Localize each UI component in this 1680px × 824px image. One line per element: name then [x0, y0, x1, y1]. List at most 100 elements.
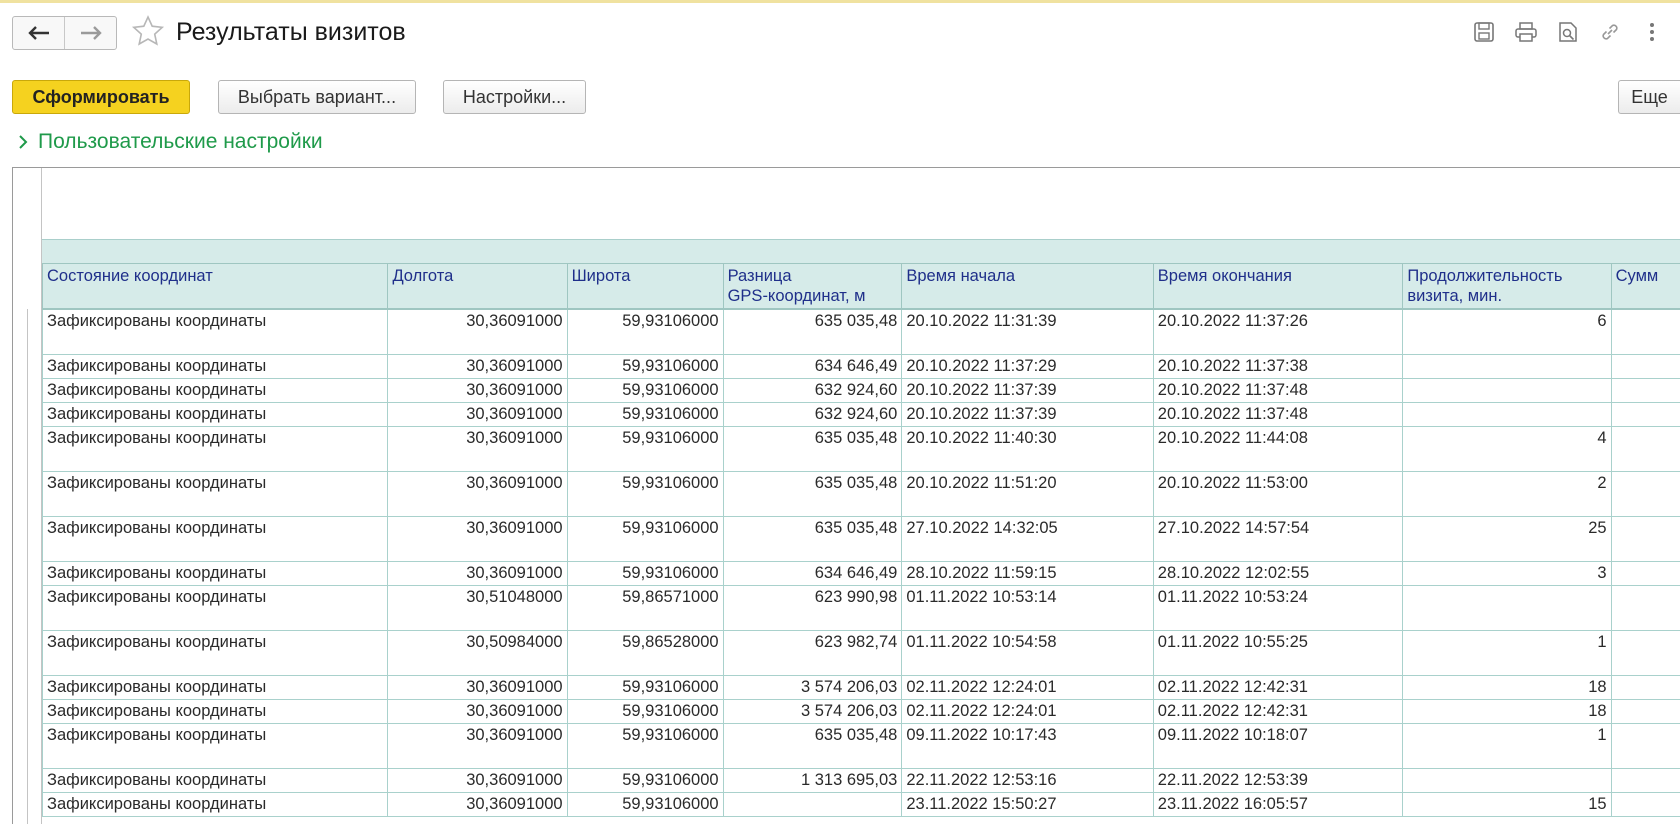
cell-diff: 632 924,60	[723, 378, 902, 402]
cell-sum	[1611, 630, 1680, 675]
table-row[interactable]: Зафиксированы координаты30,3609100059,93…	[43, 699, 1680, 723]
forward-button[interactable]	[64, 17, 116, 49]
column-header[interactable]: Время начала	[902, 264, 1153, 310]
cell-lat: 59,86528000	[567, 630, 723, 675]
cell-start: 09.11.2022 10:17:43	[902, 723, 1153, 768]
cell-dur	[1403, 378, 1611, 402]
cell-start: 28.10.2022 11:59:15	[902, 561, 1153, 585]
table-row[interactable]: Зафиксированы координаты30,3609100059,93…	[43, 723, 1680, 768]
table-body: Зафиксированы координаты30,3609100059,93…	[43, 309, 1680, 816]
cell-end: 01.11.2022 10:53:24	[1153, 585, 1403, 630]
column-header[interactable]: Широта	[567, 264, 723, 310]
preview-icon[interactable]	[1554, 18, 1582, 46]
favorite-star-icon[interactable]	[131, 14, 165, 48]
column-header[interactable]: Продолжительностьвизита, мин.	[1403, 264, 1611, 310]
cell-diff: 635 035,48	[723, 723, 902, 768]
cell-dur: 25	[1403, 516, 1611, 561]
choose-variant-button[interactable]: Выбрать вариант...	[218, 80, 416, 114]
table-row[interactable]: Зафиксированы координаты30,3609100059,93…	[43, 516, 1680, 561]
cell-end: 09.11.2022 10:18:07	[1153, 723, 1403, 768]
cell-state: Зафиксированы координаты	[43, 471, 388, 516]
print-icon[interactable]	[1512, 18, 1540, 46]
grouping-line	[27, 309, 28, 824]
back-button[interactable]	[13, 17, 64, 49]
cell-sum	[1611, 699, 1680, 723]
cell-lon: 30,36091000	[388, 309, 567, 354]
chevron-right-icon	[18, 134, 28, 150]
cell-lat: 59,93106000	[567, 768, 723, 792]
cell-start: 01.11.2022 10:53:14	[902, 585, 1153, 630]
settings-button[interactable]: Настройки...	[443, 80, 586, 114]
arrow-left-icon	[28, 26, 50, 40]
cell-sum	[1611, 471, 1680, 516]
cell-sum	[1611, 675, 1680, 699]
cell-end: 01.11.2022 10:55:25	[1153, 630, 1403, 675]
navigation-group	[12, 16, 117, 50]
table-row[interactable]: Зафиксированы координаты30,3609100059,93…	[43, 426, 1680, 471]
cell-lat: 59,93106000	[567, 675, 723, 699]
table-row[interactable]: Зафиксированы координаты30,3609100059,93…	[43, 471, 1680, 516]
report-table: Состояние координатДолготаШиротаРазницаG…	[42, 263, 1680, 817]
cell-dur	[1403, 402, 1611, 426]
save-icon[interactable]	[1470, 18, 1498, 46]
cell-dur: 1	[1403, 723, 1611, 768]
cell-state: Зафиксированы координаты	[43, 699, 388, 723]
cell-diff: 635 035,48	[723, 471, 902, 516]
cell-lon: 30,36091000	[388, 354, 567, 378]
table-row[interactable]: Зафиксированы координаты30,3609100059,93…	[43, 354, 1680, 378]
more-vertical-icon[interactable]	[1638, 18, 1666, 46]
cell-dur	[1403, 354, 1611, 378]
cell-diff: 623 990,98	[723, 585, 902, 630]
cell-start: 01.11.2022 10:54:58	[902, 630, 1153, 675]
cell-diff: 623 982,74	[723, 630, 902, 675]
table-row[interactable]: Зафиксированы координаты30,3609100059,93…	[43, 309, 1680, 354]
column-header[interactable]: Время окончания	[1153, 264, 1403, 310]
cell-start: 20.10.2022 11:31:39	[902, 309, 1153, 354]
cell-state: Зафиксированы координаты	[43, 723, 388, 768]
user-settings-toggle[interactable]: Пользовательские настройки	[18, 130, 323, 154]
cell-dur: 2	[1403, 471, 1611, 516]
cell-state: Зафиксированы координаты	[43, 516, 388, 561]
cell-dur: 18	[1403, 699, 1611, 723]
table-row[interactable]: Зафиксированы координаты30,3609100059,93…	[43, 792, 1680, 816]
table-row[interactable]: Зафиксированы координаты30,3609100059,93…	[43, 402, 1680, 426]
cell-dur: 1	[1403, 630, 1611, 675]
more-button[interactable]: Еще	[1618, 80, 1680, 114]
table-row[interactable]: Зафиксированы координаты30,5104800059,86…	[43, 585, 1680, 630]
generate-button[interactable]: Сформировать	[12, 80, 190, 114]
table-row[interactable]: Зафиксированы координаты30,3609100059,93…	[43, 378, 1680, 402]
cell-state: Зафиксированы координаты	[43, 426, 388, 471]
cell-diff: 635 035,48	[723, 516, 902, 561]
table-row[interactable]: Зафиксированы координаты30,3609100059,93…	[43, 561, 1680, 585]
cell-state: Зафиксированы координаты	[43, 378, 388, 402]
cell-lat: 59,93106000	[567, 378, 723, 402]
cell-start: 02.11.2022 12:24:01	[902, 675, 1153, 699]
cell-end: 23.11.2022 16:05:57	[1153, 792, 1403, 816]
column-header[interactable]: РазницаGPS-координат, м	[723, 264, 902, 310]
table-row[interactable]: Зафиксированы координаты30,3609100059,93…	[43, 675, 1680, 699]
cell-lat: 59,86571000	[567, 585, 723, 630]
cell-dur: 18	[1403, 675, 1611, 699]
table-row[interactable]: Зафиксированы координаты30,5098400059,86…	[43, 630, 1680, 675]
column-header[interactable]: Сумм	[1611, 264, 1680, 310]
table-row[interactable]: Зафиксированы координаты30,3609100059,93…	[43, 768, 1680, 792]
cell-lat: 59,93106000	[567, 471, 723, 516]
cell-end: 20.10.2022 11:37:48	[1153, 378, 1403, 402]
cell-sum	[1611, 768, 1680, 792]
cell-state: Зафиксированы координаты	[43, 309, 388, 354]
cell-lat: 59,93106000	[567, 792, 723, 816]
column-header[interactable]: Состояние координат	[43, 264, 388, 310]
cell-start: 20.10.2022 11:37:39	[902, 402, 1153, 426]
column-header[interactable]: Долгота	[388, 264, 567, 310]
cell-sum	[1611, 378, 1680, 402]
cell-lon: 30,36091000	[388, 792, 567, 816]
cell-end: 20.10.2022 11:37:48	[1153, 402, 1403, 426]
cell-end: 28.10.2022 12:02:55	[1153, 561, 1403, 585]
cell-lat: 59,93106000	[567, 354, 723, 378]
cell-lon: 30,50984000	[388, 630, 567, 675]
cell-diff: 632 924,60	[723, 402, 902, 426]
cell-lat: 59,93106000	[567, 402, 723, 426]
link-icon[interactable]	[1596, 18, 1624, 46]
user-settings-label: Пользовательские настройки	[38, 130, 323, 154]
cell-lat: 59,93106000	[567, 723, 723, 768]
